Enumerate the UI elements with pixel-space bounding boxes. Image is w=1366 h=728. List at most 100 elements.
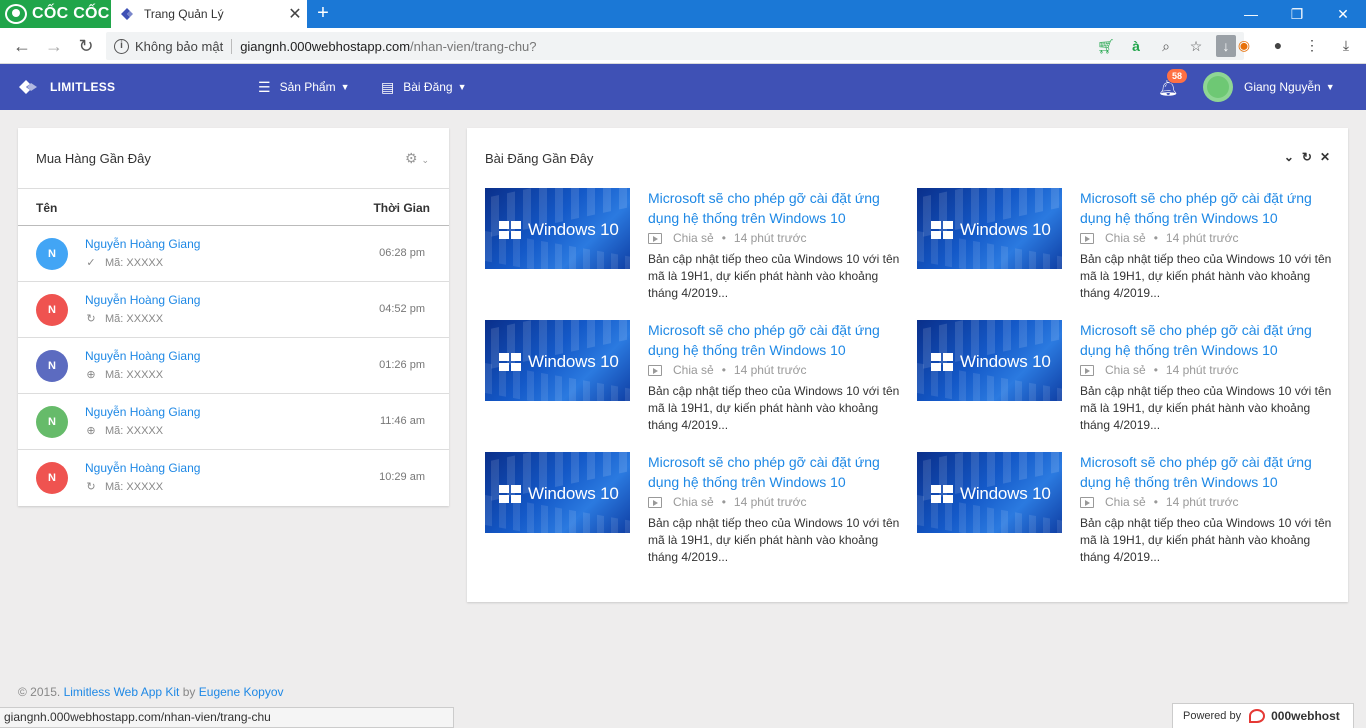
- browser-tab-active[interactable]: Trang Quản Lý ✕: [111, 0, 307, 28]
- post-item: Windows 10 Microsoft sẽ cho phép gỡ cài đ…: [485, 188, 899, 308]
- order-time: 11:46 am: [379, 415, 425, 427]
- orders-table-header: Tên Thời Gian: [18, 188, 449, 226]
- author-link[interactable]: Eugene Kopyov: [199, 685, 284, 699]
- share-link[interactable]: Chia sẻ: [673, 495, 714, 509]
- kit-link[interactable]: Limitless Web App Kit: [64, 685, 180, 699]
- powered-by-label: Powered by: [1183, 710, 1242, 722]
- post-description: Bản cập nhật tiếp theo của Windows 10 vớ…: [1080, 384, 1332, 432]
- post-thumbnail[interactable]: Windows 10: [485, 320, 630, 401]
- browser-tab-bar: CỐC CỐC Trang Quản Lý ✕ + — ❐ ✕: [0, 0, 1366, 28]
- post-title-link[interactable]: Microsoft sẽ cho phép gỡ cài đặt ứng dụn…: [1080, 452, 1335, 492]
- customer-name-link[interactable]: Nguyễn Hoàng Giang: [85, 293, 200, 307]
- customer-name-link[interactable]: Nguyễn Hoàng Giang: [85, 405, 200, 419]
- info-icon[interactable]: i: [114, 38, 129, 54]
- coccoc-logo[interactable]: CỐC CỐC: [0, 0, 111, 28]
- forward-arrow-icon[interactable]: →: [40, 32, 68, 60]
- post-thumbnail[interactable]: Windows 10: [917, 452, 1062, 533]
- customer-name-link[interactable]: Nguyễn Hoàng Giang: [85, 461, 200, 475]
- video-icon: [648, 232, 662, 244]
- windows-logo-icon: [499, 353, 521, 371]
- post-thumbnail[interactable]: Windows 10: [485, 452, 630, 533]
- extension-icon[interactable]: ◉: [1234, 34, 1254, 56]
- post-description: Bản cập nhật tiếp theo của Windows 10 vớ…: [648, 252, 900, 300]
- tab-title: Trang Quản Lý: [144, 7, 224, 21]
- windows-logo-icon: [499, 485, 521, 503]
- app-brand[interactable]: LIMITLESS: [18, 64, 115, 110]
- globe-icon: ⊕: [86, 369, 96, 381]
- avatar: N: [36, 238, 68, 270]
- post-description: Bản cập nhật tiếp theo của Windows 10 vớ…: [648, 384, 900, 432]
- downloads-icon[interactable]: ⤓: [1336, 34, 1356, 56]
- chevron-down-icon: ▼: [457, 82, 467, 92]
- table-row: N Nguyễn Hoàng Giang ✓ Mã: XXXXX 06:28 pm: [18, 226, 449, 282]
- settings-dropdown[interactable]: ⚙ ⌄: [405, 150, 429, 167]
- order-time: 10:29 am: [379, 471, 425, 483]
- post-meta: Chia sẻ • 14 phút trước: [1080, 231, 1239, 245]
- post-thumbnail[interactable]: Windows 10: [917, 188, 1062, 269]
- close-icon[interactable]: ✕: [1320, 150, 1330, 164]
- security-label[interactable]: Không bảo mật: [135, 38, 233, 54]
- customer-name-link[interactable]: Nguyễn Hoàng Giang: [85, 237, 200, 251]
- post-thumbnail[interactable]: Windows 10: [917, 320, 1062, 401]
- share-link[interactable]: Chia sẻ: [1105, 495, 1146, 509]
- reload-icon[interactable]: ↻: [72, 32, 100, 60]
- post-meta: Chia sẻ • 14 phút trước: [648, 495, 807, 509]
- powered-by-badge[interactable]: Powered by 000webhost: [1172, 703, 1354, 728]
- back-arrow-icon[interactable]: ←: [8, 32, 36, 60]
- post-title-link[interactable]: Microsoft sẽ cho phép gỡ cài đặt ứng dụn…: [648, 452, 903, 492]
- account-icon[interactable]: ●: [1268, 34, 1288, 56]
- customer-name-link[interactable]: Nguyễn Hoàng Giang: [85, 349, 200, 363]
- thumbnail-text: Windows 10: [528, 352, 619, 371]
- post-thumbnail[interactable]: Windows 10: [485, 188, 630, 269]
- order-code-text: Mã: XXXXX: [105, 368, 164, 381]
- order-code: ✓ Mã: XXXXX: [85, 256, 164, 270]
- post-item: Windows 10 Microsoft sẽ cho phép gỡ cài đ…: [917, 188, 1331, 308]
- globe-icon: ⊕: [86, 425, 96, 437]
- table-row: N Nguyễn Hoàng Giang ↻ Mã: XXXXX 04:52 pm: [18, 282, 449, 338]
- post-title-link[interactable]: Microsoft sẽ cho phép gỡ cài đặt ứng dụn…: [1080, 320, 1335, 360]
- meta-separator: •: [1153, 495, 1158, 509]
- newspaper-icon: ▤: [381, 78, 395, 95]
- translate-icon[interactable]: à: [1126, 35, 1146, 57]
- video-icon: [1080, 364, 1094, 376]
- order-code: ↻ Mã: XXXXX: [85, 480, 163, 494]
- nav-products[interactable]: ☰ Sản Phẩm ▼: [258, 64, 350, 110]
- zoom-icon[interactable]: ⌕: [1156, 35, 1176, 57]
- post-time: 14 phút trước: [1165, 495, 1239, 509]
- restore-icon[interactable]: ❐: [1274, 0, 1320, 28]
- share-link[interactable]: Chia sẻ: [1105, 231, 1146, 245]
- refresh-icon: ↻: [86, 481, 96, 493]
- post-meta: Chia sẻ • 14 phút trước: [648, 231, 807, 245]
- post-title-link[interactable]: Microsoft sẽ cho phép gỡ cài đặt ứng dụn…: [648, 320, 903, 360]
- panel-controls: ⌄ ↻ ✕: [1284, 150, 1330, 164]
- tab-close-icon[interactable]: ✕: [283, 4, 307, 24]
- window-close-icon[interactable]: ✕: [1320, 0, 1366, 28]
- reload-icon[interactable]: ↻: [1302, 150, 1312, 164]
- share-link[interactable]: Chia sẻ: [673, 363, 714, 377]
- cart-icon[interactable]: 🛒︎: [1096, 35, 1116, 57]
- meta-separator: •: [721, 495, 726, 509]
- url-text[interactable]: giangnh.000webhostapp.com/nhan-vien/tran…: [240, 39, 536, 54]
- thumbnail-text: Windows 10: [960, 220, 1051, 239]
- windows-logo-icon: [499, 221, 521, 239]
- minimize-icon[interactable]: —: [1228, 0, 1274, 28]
- thumbnail-text: Windows 10: [528, 220, 619, 239]
- post-title-link[interactable]: Microsoft sẽ cho phép gỡ cài đặt ứng dụn…: [1080, 188, 1335, 228]
- order-code-text: Mã: XXXXX: [105, 256, 164, 269]
- download-video-icon[interactable]: ↓: [1216, 35, 1236, 57]
- share-link[interactable]: Chia sẻ: [673, 231, 714, 245]
- recent-orders-title: Mua Hàng Gần Đây: [36, 151, 151, 166]
- omnibox[interactable]: i Không bảo mật giangnh.000webhostapp.co…: [106, 32, 1244, 60]
- browser-menu-icon[interactable]: ⋮: [1302, 34, 1322, 56]
- post-time: 14 phút trước: [1165, 231, 1239, 245]
- meta-separator: •: [1153, 231, 1158, 245]
- share-link[interactable]: Chia sẻ: [1105, 363, 1146, 377]
- user-menu[interactable]: Giang Nguyễn ▼: [1203, 72, 1335, 102]
- nav-posts[interactable]: ▤ Bài Đăng ▼: [381, 64, 467, 110]
- new-tab-button[interactable]: +: [312, 2, 334, 26]
- column-name-header: Tên: [36, 201, 58, 215]
- post-title-link[interactable]: Microsoft sẽ cho phép gỡ cài đặt ứng dụn…: [648, 188, 903, 228]
- bookmark-star-icon[interactable]: ☆: [1186, 35, 1206, 57]
- post-description: Bản cập nhật tiếp theo của Windows 10 vớ…: [648, 516, 900, 564]
- collapse-icon[interactable]: ⌄: [1284, 150, 1294, 164]
